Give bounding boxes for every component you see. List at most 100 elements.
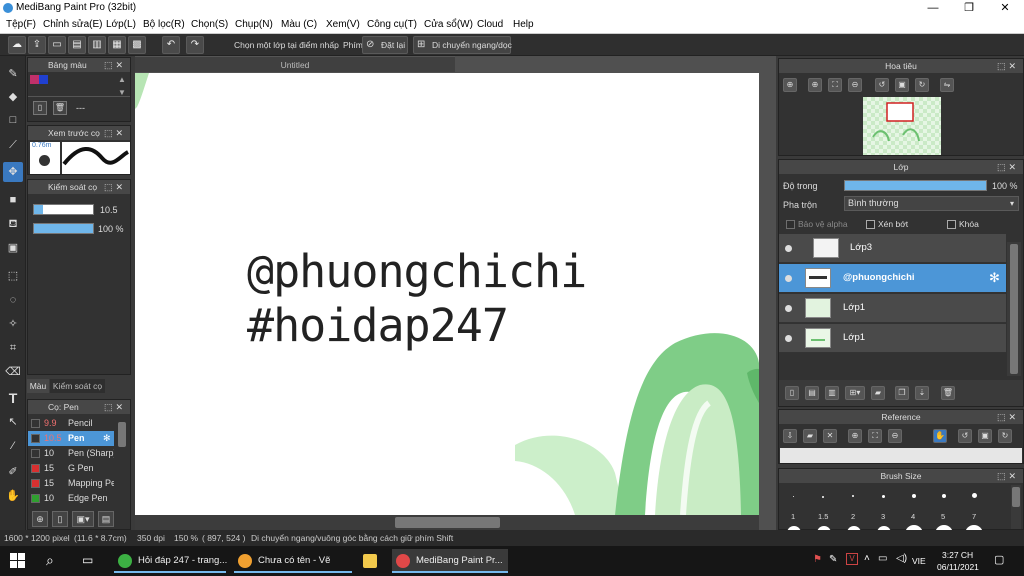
brush-size-swatch[interactable] — [912, 494, 916, 498]
new-palette-icon[interactable]: ▯ — [33, 101, 47, 115]
notification-icon[interactable]: ▢ — [994, 553, 1004, 566]
document-tab[interactable]: Untitled — [135, 56, 455, 72]
horizontal-scrollbar[interactable] — [135, 515, 759, 530]
canvas[interactable]: @phuongchichi #hoidap247 — [135, 73, 759, 515]
panel-close-icon[interactable]: ⬚✕ — [104, 58, 126, 72]
brush-size-swatch[interactable] — [822, 496, 824, 498]
new-layer-icon[interactable]: ▯ — [785, 386, 799, 400]
menu-layer[interactable]: Lớp(L) — [106, 19, 136, 30]
tab-color[interactable]: Màu — [27, 379, 49, 393]
battery-icon[interactable]: ▭ — [878, 553, 887, 564]
eye-icon[interactable] — [785, 245, 792, 252]
menu-color[interactable]: Màu (C) — [281, 19, 317, 30]
line-tool-icon[interactable]: ⟋ — [3, 135, 23, 155]
scrollbar-thumb[interactable] — [1012, 487, 1020, 507]
chevron-up-icon[interactable]: ˄ — [864, 553, 870, 564]
panel-close-icon[interactable]: ⬚✕ — [997, 160, 1019, 174]
task-view-icon[interactable]: ▭ — [82, 553, 93, 567]
tray-app-icon[interactable]: ⚑ — [813, 554, 822, 565]
zoom-out-icon[interactable]: ⊖ — [848, 78, 862, 92]
brush-item[interactable]: 10 Pen (Sharp) — [28, 446, 114, 461]
new-brush-icon[interactable]: ▯ — [52, 511, 68, 527]
redo-icon[interactable]: ↷ — [186, 36, 204, 54]
magic-wand-icon[interactable]: ✧ — [3, 314, 23, 334]
move-mode-button[interactable]: ⊞ Di chuyển ngang/dọc — [413, 36, 512, 54]
menu-file[interactable]: Tệp(F) — [6, 19, 36, 30]
select-eraser-icon[interactable]: ⌫ — [3, 362, 23, 382]
hand-tool-icon[interactable]: ✋ — [3, 486, 23, 506]
fit-icon[interactable]: ⛶ — [868, 429, 882, 443]
comment-icon[interactable]: ▭ — [48, 36, 66, 54]
brush-item[interactable]: 10 Edge Pen — [28, 491, 114, 506]
zoom-in-icon[interactable]: ⊕ — [783, 78, 797, 92]
maximize-button[interactable]: ❐ — [952, 0, 986, 17]
gear-icon[interactable]: ✻ — [103, 431, 111, 446]
menu-tools[interactable]: Công cụ(T) — [367, 19, 417, 30]
brush-item[interactable]: 15 G Pen — [28, 461, 114, 476]
menu-edit[interactable]: Chỉnh sửa(E) — [43, 19, 103, 30]
zoom-in-icon[interactable]: ⊕ — [808, 78, 822, 92]
brush-item[interactable]: 10.5 Pen ✻ — [28, 431, 114, 446]
grid-icon[interactable]: ▦ — [108, 36, 126, 54]
layer-opacity-slider[interactable] — [844, 180, 987, 191]
text-tool-icon[interactable]: T — [3, 388, 23, 408]
scrollbar-thumb[interactable] — [395, 517, 500, 528]
add-brush-icon[interactable]: ⊕ — [32, 511, 48, 527]
eraser-tool-icon[interactable]: ◆ — [3, 87, 23, 107]
brush-tool-icon[interactable]: ✎ — [3, 64, 23, 84]
palette-swatch[interactable] — [30, 75, 39, 84]
open-folder-icon[interactable]: ▰ — [803, 429, 817, 443]
merge-layer-icon[interactable]: ⇣ — [915, 386, 929, 400]
brush-size-swatch[interactable] — [942, 494, 946, 498]
brush-size-swatch[interactable] — [972, 493, 977, 498]
layer-row[interactable]: Lớp1 — [779, 324, 1006, 353]
hand-icon[interactable]: ✋ — [933, 429, 947, 443]
brush-size-swatch[interactable] — [882, 495, 885, 498]
tray-paint-icon[interactable]: ✎ — [829, 554, 837, 565]
panel-close-icon[interactable]: ⬚✕ — [997, 59, 1019, 73]
tiles-icon[interactable]: ▩ — [128, 36, 146, 54]
rotate-left-icon[interactable]: ↺ — [958, 429, 972, 443]
panel-close-icon[interactable]: ⬚✕ — [997, 469, 1019, 483]
clock-time[interactable]: 3:27 CH — [942, 550, 973, 560]
panel-close-icon[interactable]: ⬚✕ — [997, 410, 1019, 424]
reset-button[interactable]: ⊘ Đặt lại — [362, 36, 408, 54]
folder-icon[interactable]: ▰ — [871, 386, 885, 400]
eyedropper-icon[interactable]: ✐ — [3, 462, 23, 482]
add-layer-menu-icon[interactable]: ⊞▾ — [845, 386, 865, 400]
chat-icon[interactable]: ▤ — [68, 36, 86, 54]
brush-item[interactable]: 15 Mapping Pen — [28, 476, 114, 491]
taskbar-app-browser[interactable]: Hỏi đáp 247 - trang... — [114, 549, 227, 573]
brush-list-scrollbar[interactable] — [118, 422, 126, 447]
cloud-icon[interactable]: ☁ — [8, 36, 26, 54]
eye-icon[interactable] — [785, 275, 792, 282]
volume-icon[interactable]: ◁) — [896, 553, 907, 564]
trash-icon[interactable]: 🗑 — [941, 386, 955, 400]
close-icon[interactable]: ✕ — [823, 429, 837, 443]
menu-capture[interactable]: Chụp(N) — [235, 19, 273, 30]
zoom-out-icon[interactable]: ⊖ — [888, 429, 902, 443]
alpha-protect-checkbox[interactable] — [786, 220, 795, 229]
menu-select[interactable]: Chọn(S) — [191, 19, 228, 30]
panel-close-icon[interactable]: ⬚✕ — [104, 400, 126, 414]
bucket-tool-icon[interactable]: ⛾ — [3, 214, 23, 234]
menu-window[interactable]: Cửa sổ(W) — [424, 19, 473, 30]
taskbar-app-explorer[interactable] — [356, 549, 386, 573]
rectangle-tool-icon[interactable]: □ — [3, 110, 23, 130]
layer-row-selected[interactable]: @phuongchichi ✻ — [779, 264, 1006, 293]
dropper-tool-icon[interactable]: ⁄ — [3, 436, 23, 456]
layer-row[interactable]: Lớp1 — [779, 294, 1006, 323]
flip-icon[interactable]: ⇋ — [940, 78, 954, 92]
page-icon[interactable]: ▥ — [88, 36, 106, 54]
panel-close-icon[interactable]: ⬚✕ — [104, 180, 126, 194]
duplicate-layer-icon[interactable]: ❐ — [895, 386, 909, 400]
rotate-left-icon[interactable]: ↺ — [875, 78, 889, 92]
trash-icon[interactable]: 🗑 — [53, 101, 67, 115]
blend-mode-select[interactable]: Bình thường ▾ — [844, 196, 1019, 211]
taskbar-app-paint[interactable]: Chưa có tên - Vẽ — [234, 549, 352, 573]
select-pen-icon[interactable]: ⌗ — [3, 338, 23, 358]
eye-icon[interactable] — [785, 305, 792, 312]
gradient-tool-icon[interactable]: ▣ — [3, 238, 23, 258]
scrollbar-thumb[interactable] — [1010, 244, 1018, 374]
menu-filter[interactable]: Bộ lọc(R) — [143, 19, 185, 30]
